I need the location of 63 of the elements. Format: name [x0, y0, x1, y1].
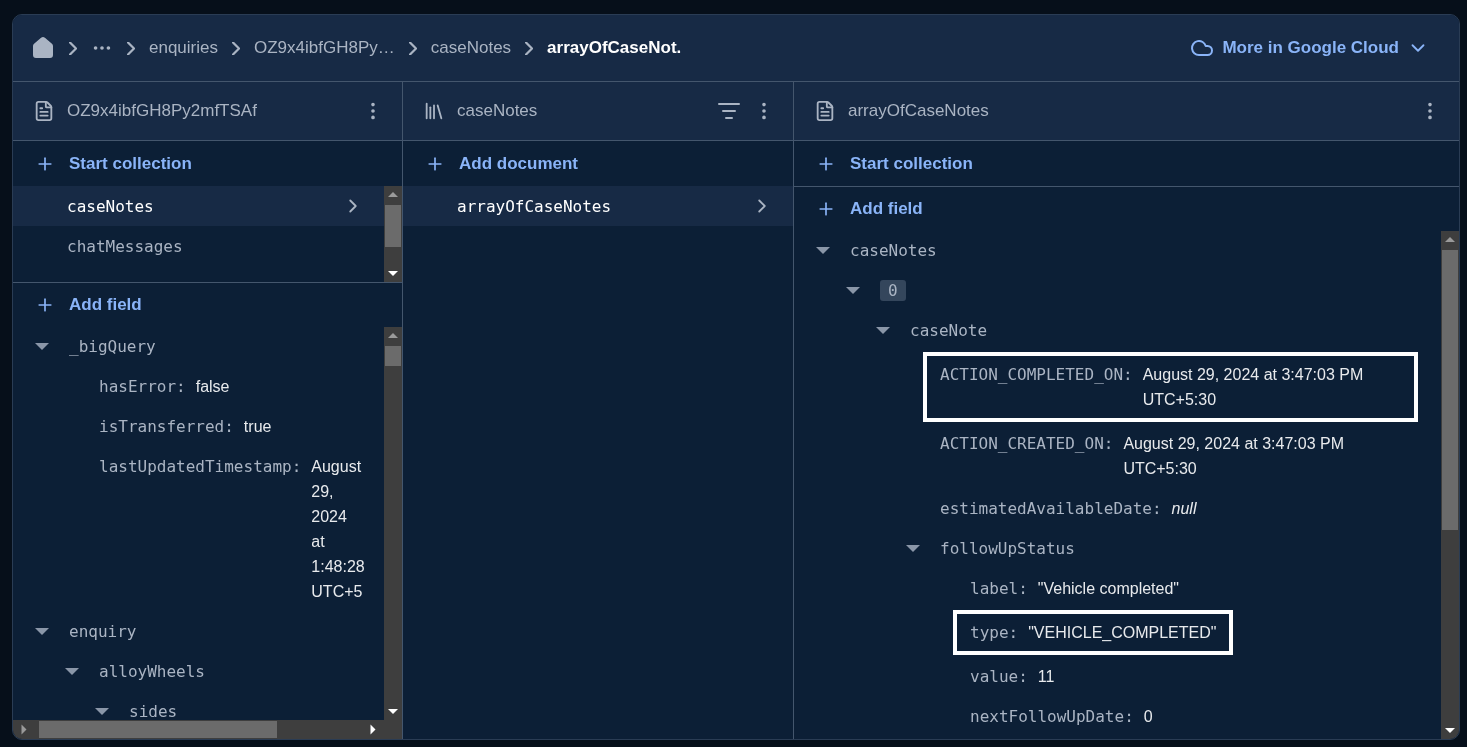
caret-icon[interactable] — [816, 247, 830, 254]
add-button[interactable]: Add document — [403, 141, 793, 186]
document-icon — [814, 100, 836, 122]
caret-icon[interactable] — [846, 287, 860, 294]
map-key: sides — [129, 699, 178, 720]
caret-icon[interactable] — [35, 628, 49, 635]
map-key: enquiry — [69, 619, 137, 644]
vertical-scrollbar[interactable] — [384, 327, 402, 720]
field-value: August 29, 2024 at 3:47:03 PM UTC+5:30 — [1142, 365, 1365, 410]
panel-title: arrayOfCaseNotes — [848, 101, 989, 121]
field-value: "VEHICLE_COMPLETED" — [1028, 623, 1217, 643]
breadcrumb-link[interactable]: arrayOfCaseNot. — [547, 38, 682, 58]
cloud-link[interactable]: More in Google Cloud — [1190, 36, 1429, 60]
field-key: value: — [970, 664, 1028, 689]
field-key: type: — [970, 620, 1019, 645]
vertical-scrollbar[interactable] — [384, 186, 402, 282]
panel-title: OZ9x4ibfGH8Py2mfTSAf — [67, 101, 257, 121]
list-item[interactable]: arrayOfCaseNotes — [403, 186, 793, 226]
map-key: followUpStatus — [940, 536, 1075, 561]
map-key: caseNote — [910, 318, 988, 343]
field-key: label: — [970, 576, 1028, 601]
panel-title: caseNotes — [457, 101, 538, 121]
vertical-scrollbar[interactable] — [1441, 231, 1459, 739]
home-icon[interactable] — [31, 36, 55, 60]
map-key: caseNotes — [850, 238, 937, 263]
field-key: isTransferred: — [99, 414, 234, 439]
caret-icon[interactable] — [35, 343, 49, 350]
document-icon — [33, 100, 55, 122]
horizontal-scrollbar[interactable] — [13, 720, 402, 739]
chevron-right-icon — [525, 41, 534, 55]
field-value: null — [1171, 499, 1197, 519]
chevron-right-icon — [127, 41, 135, 55]
field-value: 0 — [1143, 707, 1153, 727]
add-button[interactable]: Start collection — [794, 141, 1459, 186]
chevron-right-icon — [408, 41, 417, 55]
add-button[interactable]: Start collection — [13, 141, 402, 186]
field-key: estimatedAvailableDate: — [940, 496, 1162, 521]
field-value: 11 — [1037, 667, 1055, 687]
chevron-right-icon — [232, 41, 240, 55]
breadcrumb-link[interactable]: caseNotes — [430, 38, 512, 58]
caret-icon[interactable] — [65, 668, 79, 675]
field-value: "Vehicle completed" — [1037, 579, 1179, 599]
caret-icon[interactable] — [906, 545, 920, 552]
breadcrumb-link[interactable]: OZ9x4ibfGH8Py… — [254, 38, 395, 58]
field-value: August 29, 2024 at 3:47:03 PM UTC+5:30 — [1123, 434, 1345, 479]
map-key: alloyWheels — [99, 659, 205, 684]
chevron-right-icon — [69, 41, 77, 55]
add-button[interactable]: Add field — [794, 186, 1459, 231]
field-key: nextFollowUpDate: — [970, 704, 1134, 729]
field-key: hasError: — [99, 374, 186, 399]
caret-icon[interactable] — [876, 327, 890, 334]
field-value: true — [243, 417, 272, 437]
field-key: lastUpdatedTimestamp: — [99, 454, 302, 479]
list-item[interactable]: caseNotes — [13, 186, 384, 226]
field-value: false — [195, 377, 230, 397]
breadcrumb-link[interactable]: enquiries — [149, 38, 218, 58]
field-key: ACTION_COMPLETED_ON: — [940, 362, 1133, 387]
field-key: ACTION_CREATED_ON: — [940, 431, 1114, 456]
collection-icon — [423, 100, 445, 122]
array-index: 0 — [880, 280, 906, 301]
map-key: _bigQuery — [69, 334, 156, 359]
list-item[interactable]: chatMessages — [13, 226, 384, 266]
add-button[interactable]: Add field — [13, 282, 402, 327]
